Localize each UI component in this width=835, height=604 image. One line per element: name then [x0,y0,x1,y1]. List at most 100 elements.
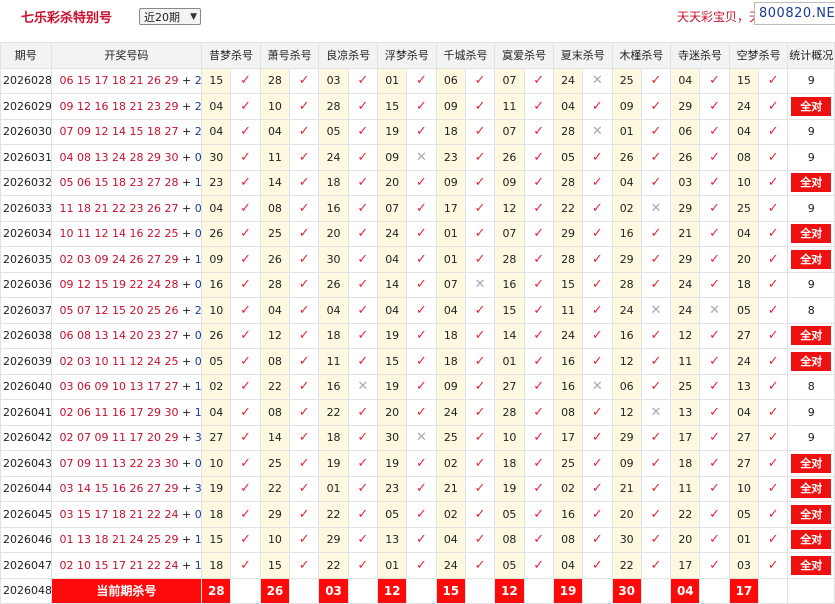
kill-number-cell: 02 [435,450,466,477]
stat-cell: 8 [787,297,835,324]
special-number: 07 [194,354,202,368]
check-icon: ✓ [289,144,320,171]
check-icon: ✓ [230,322,261,349]
kill-number-cell: 25 [259,220,291,247]
current-kill-number: 04 [670,577,701,604]
kill-number-cell: 20 [377,169,408,196]
kill-number-cell: 19 [377,322,408,349]
kill-number-cell: 04 [201,399,232,426]
check-icon: ✓ [347,348,379,375]
check-icon: ✓ [699,475,730,502]
check-icon: ✓ [699,322,730,349]
kill-number-cell: 22 [318,501,349,528]
kill-number-cell: 01 [728,526,760,553]
kill-number-cell: 17 [435,195,466,222]
check-icon: ✓ [640,322,672,349]
check-icon: ✓ [464,552,496,579]
check-icon: ✓ [523,220,554,247]
check-icon: ✓ [289,220,320,247]
kill-number-cell: 04 [611,169,642,196]
check-icon: ✓ [289,118,320,145]
current-kill-number: 15 [435,577,466,604]
kill-number-cell: 11 [494,93,525,120]
check-icon: ✓ [758,93,789,120]
kill-number-cell: 15 [201,67,232,94]
check-icon: ✓ [230,526,261,553]
kill-number-cell: 06 [611,373,642,400]
kill-number-cell: 24 [728,93,760,120]
special-number: 28 [194,125,202,139]
table-row: 202603007 09 12 14 15 18 27 + 2804✓04✓05… [0,118,835,145]
check-icon: ✓ [230,297,261,324]
special-number: 30 [194,431,202,445]
kill-number-cell: 28 [494,399,525,426]
check-icon: ✓ [289,501,320,528]
check-icon: ✓ [406,450,437,477]
draw-numbers-cell: 07 09 12 14 15 18 27 + 28 [50,118,203,145]
check-icon: ✓ [582,526,613,553]
kill-number-cell: 15 [259,552,291,579]
table-row: 202603311 18 21 22 23 26 27 + 0204✓08✓16… [0,195,835,222]
check-icon: ✓ [523,501,554,528]
check-icon: ✓ [523,67,554,94]
kill-number-cell: 30 [318,246,349,273]
kill-number-cell: 29 [670,93,701,120]
kill-number-cell: 19 [318,450,349,477]
check-icon: ✓ [523,118,554,145]
check-icon: ✓ [582,297,613,324]
kill-number-cell: 25 [670,373,701,400]
stat-cell: 9 [787,144,835,171]
kill-number-cell: 01 [494,348,525,375]
kill-number-cell: 14 [494,322,525,349]
check-icon: ✓ [582,220,613,247]
check-icon: ✓ [289,526,320,553]
special-number: 03 [194,227,202,241]
kill-number-cell: 19 [377,118,408,145]
check-icon: ✓ [523,475,554,502]
check-icon: ✓ [289,297,320,324]
cross-icon: ✕ [699,297,730,324]
special-number: 24 [194,74,202,88]
check-icon: ✓ [347,526,379,553]
period-cell: 2026041 [0,399,52,426]
kill-number-cell: 07 [494,67,525,94]
special-number: 01 [194,329,202,343]
main-numbers: 03 06 09 10 13 17 27 [59,380,179,394]
site-badge[interactable]: 800820.NET [754,2,835,25]
kill-number-cell: 18 [435,322,466,349]
check-icon: ✓ [289,373,320,400]
check-icon: ✓ [640,246,672,273]
kill-number-cell: 28 [259,67,291,94]
kill-number-cell: 11 [318,348,349,375]
check-icon: ✓ [289,271,320,298]
kill-number-cell: 19 [201,475,232,502]
check-icon: ✓ [347,93,379,120]
period-select[interactable]: 近20期 ▼ [139,8,201,25]
kill-number-cell: 28 [494,246,525,273]
check-icon: ✓ [230,93,261,120]
main-numbers: 02 03 09 24 26 27 29 [59,252,179,266]
kill-number-cell: 04 [377,297,408,324]
column-header: 浮梦杀号 [377,42,437,69]
kill-number-cell: 13 [377,526,408,553]
check-icon: ✓ [464,501,496,528]
table-row: 202604601 13 18 21 24 25 29 + 1415✓10✓29… [0,526,835,553]
kill-number-cell: 08 [259,195,291,222]
kill-number-cell: 15 [377,348,408,375]
all-correct-badge: 全对 [791,479,832,499]
check-icon: ✓ [347,297,379,324]
check-icon: ✓ [347,322,379,349]
check-icon: ✓ [289,93,320,120]
all-correct-badge: 全对 [791,326,832,346]
check-icon: ✓ [758,67,789,94]
kill-number-cell: 27 [494,373,525,400]
kill-number-cell: 05 [377,501,408,528]
check-icon: ✓ [464,195,496,222]
kill-number-cell: 17 [670,552,701,579]
check-icon: ✓ [640,67,672,94]
stat-value: 9 [807,150,815,164]
check-icon: ✓ [699,399,730,426]
check-icon: ✓ [230,373,261,400]
kill-number-cell: 02 [435,501,466,528]
draw-numbers-cell: 01 13 18 21 24 25 29 + 14 [50,526,203,553]
